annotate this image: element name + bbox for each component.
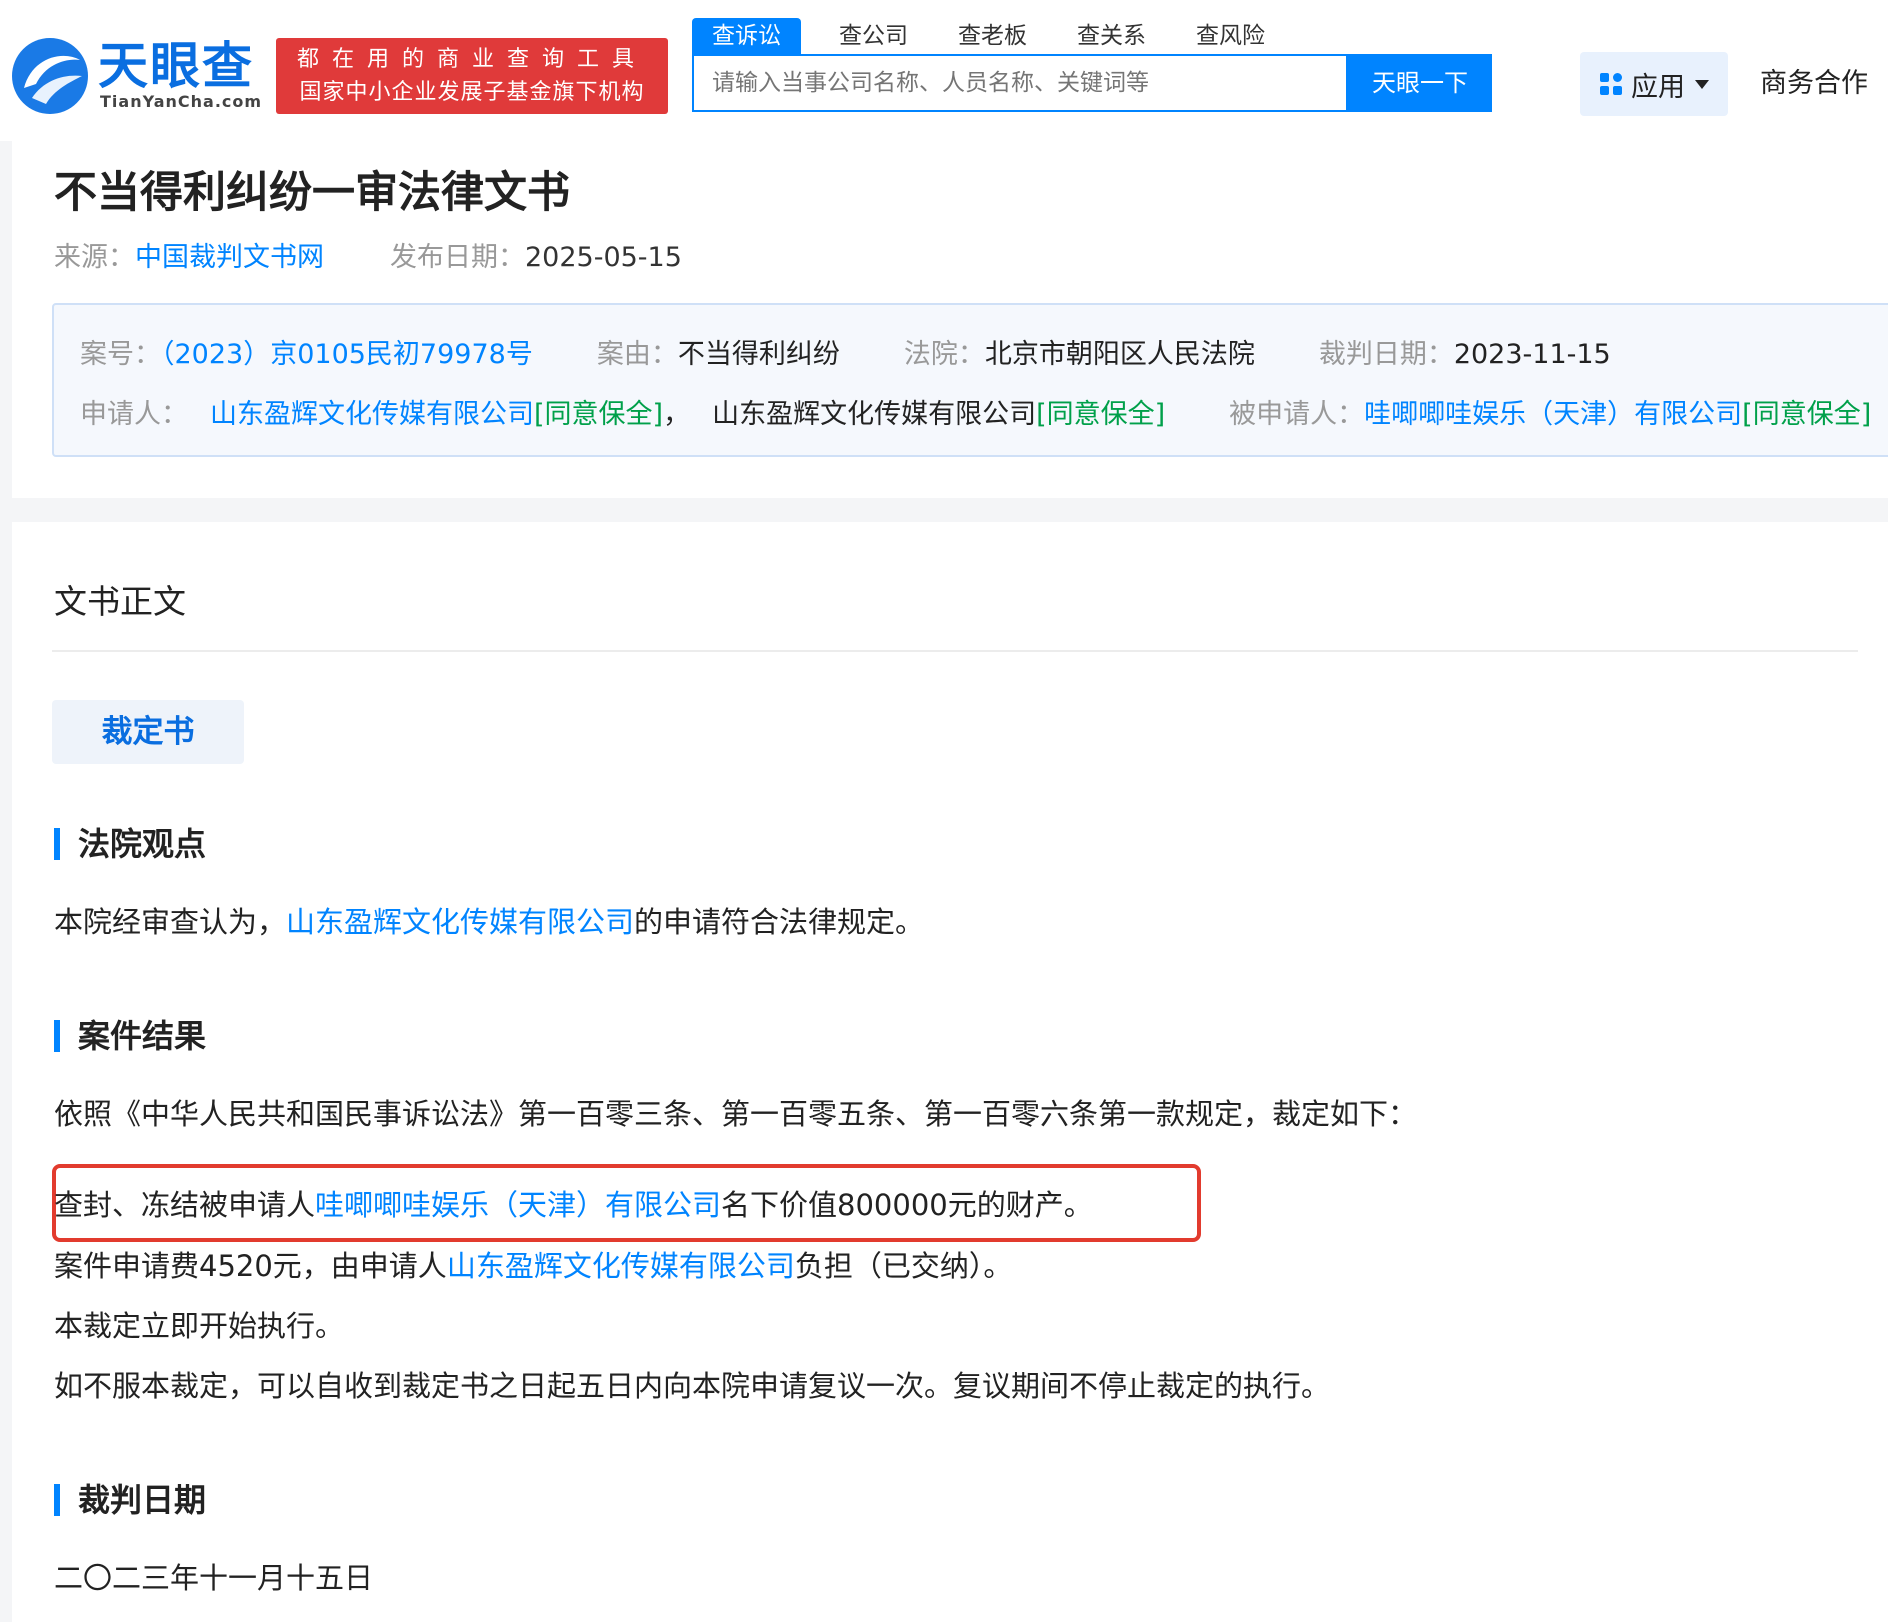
section-judgment-date-title: 裁判日期 [78, 1481, 207, 1519]
divider [52, 650, 1858, 652]
tab-boss[interactable]: 查老板 [940, 18, 1045, 54]
source-label: 来源： [54, 242, 135, 273]
respondent-label: 被申请人： [1229, 399, 1365, 430]
applicant-2-tag: [同意保全] [1036, 399, 1166, 430]
case-info-line-2: 申请人： 山东盈辉文化传媒有限公司[同意保全]， 山东盈辉文化传媒有限公司[同意保全… [80, 395, 1871, 435]
section-case-result: 案件结果 [54, 1016, 206, 1056]
app-grid-icon [1600, 73, 1622, 95]
business-cooperation-link[interactable]: 商务合作 [1760, 62, 1868, 106]
cause-value: 不当得利纠纷 [677, 339, 840, 370]
tab-risk[interactable]: 查风险 [1178, 18, 1283, 54]
result-1-post: 名下价值800000元的财产。 [721, 1188, 1093, 1222]
logo-domain: TianYanCha.com [100, 92, 263, 111]
caret-down-icon [1695, 79, 1709, 89]
source-link[interactable]: 中国裁判文书网 [135, 242, 324, 273]
document-body-card: 文书正文 裁定书 法院观点 本院经审查认为，山东盈辉文化传媒有限公司的申请符合法… [12, 522, 1888, 1622]
site-logo[interactable]: 天眼查 TianYanCha.com [10, 36, 263, 118]
judge-date-label: 裁判日期： [1318, 339, 1454, 370]
section-court-opinion: 法院观点 [54, 824, 206, 864]
publish-date-value: 2025-05-15 [525, 242, 682, 273]
court-value: 北京市朝阳区人民法院 [984, 339, 1255, 370]
judge-date-value: 2023-11-15 [1453, 339, 1611, 370]
applicant-1-tag: [同意保全] [534, 399, 664, 430]
slogan-line-1: 都在用的商业查询工具 [296, 47, 647, 72]
case-no-link[interactable]: （2023）京0105民初79978号 [161, 339, 533, 370]
court-label: 法院： [903, 339, 985, 370]
search-tabs: 查诉讼 查公司 查老板 查关系 查风险 [692, 18, 1297, 54]
logo-text: 天眼查 [98, 37, 254, 95]
cause-label: 案由： [596, 339, 678, 370]
result-item-1: 查封、冻结被申请人哇唧唧哇娱乐（天津）有限公司名下价值800000元的财产。 [54, 1183, 1093, 1227]
document-type-tab[interactable]: 裁定书 [52, 700, 244, 764]
slogan-line-2: 国家中小企业发展子基金旗下机构 [299, 80, 645, 105]
section-case-result-title: 案件结果 [78, 1017, 207, 1055]
case-info-line-1: 案号：（2023）京0105民初79978号 案由：不当得利纠纷 法院：北京市朝阳区… [80, 335, 1611, 375]
result-item-4: 如不服本裁定，可以自收到裁定书之日起五日内向本院申请复议一次。复议期间不停止裁定… [54, 1369, 1331, 1403]
opinion-company-link[interactable]: 山东盈辉文化传媒有限公司 [286, 905, 634, 939]
applicant-label: 申请人： [80, 399, 188, 430]
page-title: 不当得利纠纷一审法律文书 [54, 168, 570, 218]
app-menu-label: 应用 [1631, 71, 1685, 103]
tab-relation[interactable]: 查关系 [1059, 18, 1164, 54]
app-menu-button[interactable]: 应用 [1580, 52, 1728, 116]
result-item-3: 本裁定立即开始执行。 [54, 1309, 345, 1343]
applicant-1-link[interactable]: 山东盈辉文化传媒有限公司 [210, 399, 534, 430]
judgment-date-text: 二〇二三年十一月十五日 [54, 1561, 374, 1595]
result-2-pre: 案件申请费4520元，由申请人 [54, 1249, 447, 1283]
slogan-banner: 都在用的商业查询工具 国家中小企业发展子基金旗下机构 [276, 38, 668, 114]
section-marker [54, 1484, 60, 1516]
section-marker [54, 1020, 60, 1052]
result-2-company-link[interactable]: 山东盈辉文化传媒有限公司 [447, 1249, 795, 1283]
result-item-2: 案件申请费4520元，由申请人山东盈辉文化传媒有限公司负担（已交纳）。 [54, 1244, 1012, 1288]
tab-company[interactable]: 查公司 [821, 18, 926, 54]
case-info-box: 案号：（2023）京0105民初79978号 案由：不当得利纠纷 法院：北京市朝阳区… [52, 303, 1888, 457]
top-header: 天眼查 TianYanCha.com 都在用的商业查询工具 国家中小企业发展子基… [0, 0, 1888, 141]
respondent-link[interactable]: 哇唧唧哇娱乐（天津）有限公司 [1364, 399, 1742, 430]
result-1-pre: 查封、冻结被申请人 [54, 1188, 316, 1222]
result-2-post: 负担（已交纳）。 [794, 1249, 1013, 1283]
section-court-opinion-title: 法院观点 [78, 825, 207, 863]
opinion-text-post: 的申请符合法律规定。 [634, 905, 925, 939]
search-box [692, 54, 1348, 112]
result-1-company-link[interactable]: 哇唧唧哇娱乐（天津）有限公司 [315, 1188, 721, 1222]
search-button[interactable]: 天眼一下 [1348, 54, 1492, 112]
respondent-tag: [同意保全] [1742, 399, 1872, 430]
publish-date-label: 发布日期： [390, 242, 525, 273]
result-intro: 依照《中华人民共和国民事诉讼法》第一百零三条、第一百零五条、第一百零六条第一款规… [54, 1097, 1418, 1131]
applicant-2-name: 山东盈辉文化传媒有限公司 [712, 399, 1037, 430]
case-no-label: 案号： [80, 339, 161, 370]
opinion-paragraph: 本院经审查认为，山东盈辉文化传媒有限公司的申请符合法律规定。 [54, 900, 924, 944]
applicant-separator: ， [663, 399, 691, 430]
tab-lawsuit[interactable]: 查诉讼 [692, 18, 801, 54]
document-meta: 来源：中国裁判文书网 发布日期：2025-05-15 [54, 237, 682, 279]
search-input[interactable] [694, 56, 1334, 110]
opinion-text-pre: 本院经审查认为， [54, 905, 287, 939]
tianyancha-logo-icon [12, 38, 88, 114]
document-summary-card: 不当得利纠纷一审法律文书 来源：中国裁判文书网 发布日期：2025-05-15 案… [12, 141, 1888, 498]
document-body-heading: 文书正文 [54, 582, 186, 621]
section-judgment-date: 裁判日期 [54, 1480, 206, 1520]
section-marker [54, 828, 60, 860]
